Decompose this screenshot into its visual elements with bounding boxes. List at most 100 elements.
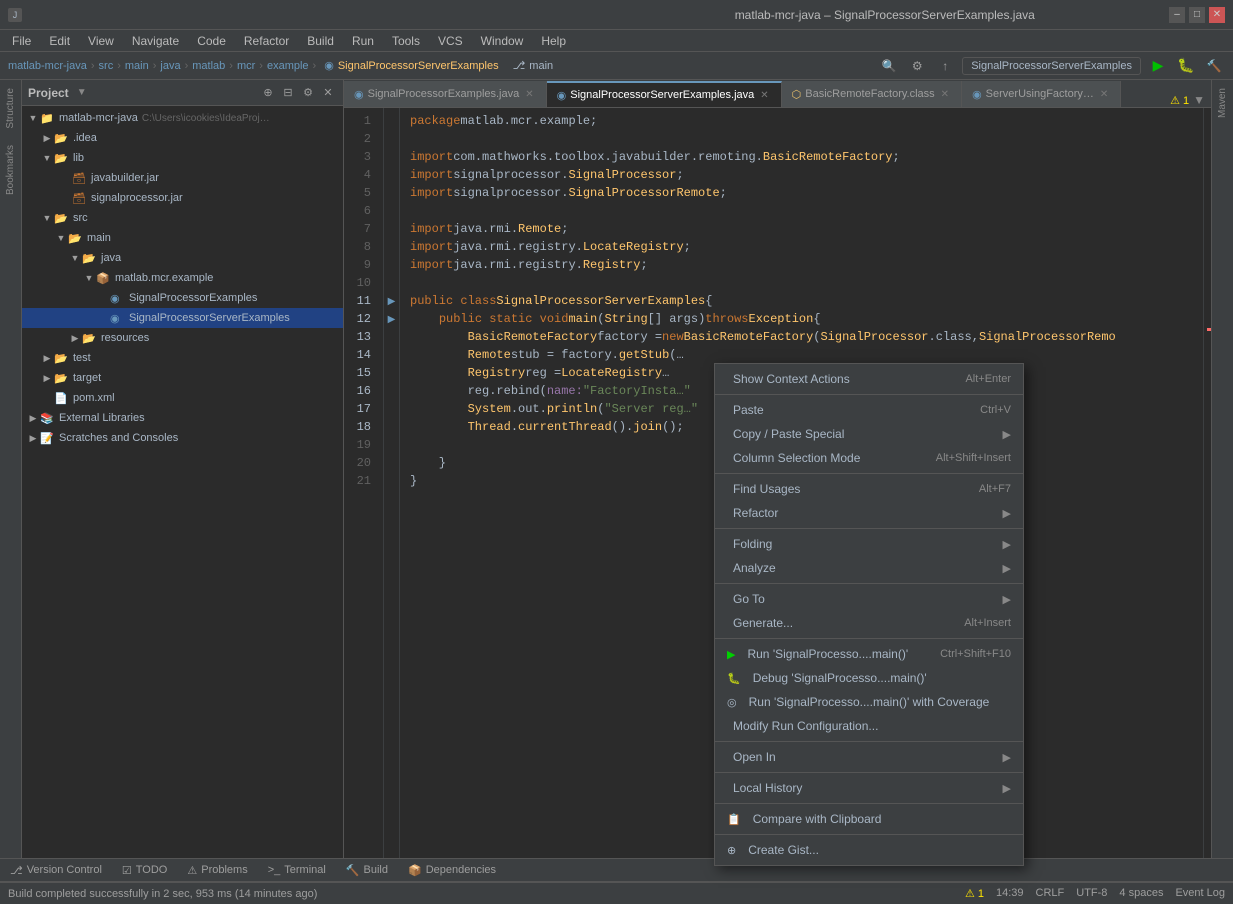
ctx-show-context-actions[interactable]: Show Context Actions Alt+Enter: [715, 367, 1023, 391]
close-button[interactable]: ✕: [1209, 7, 1225, 23]
tab-close-button[interactable]: ✕: [523, 88, 535, 101]
tab-problems[interactable]: ⚠ Problems: [177, 858, 257, 882]
menu-navigate[interactable]: Navigate: [124, 32, 187, 50]
locate-file-button[interactable]: ⊕: [259, 84, 277, 102]
ctx-copy-paste-special[interactable]: Copy / Paste Special ▶: [715, 422, 1023, 446]
status-event-log[interactable]: Event Log: [1175, 887, 1225, 900]
panel-close-button[interactable]: ✕: [319, 84, 337, 102]
tree-item-main[interactable]: ▼ 📂 main: [22, 228, 343, 248]
tree-item-pom[interactable]: ▶ 📄 pom.xml: [22, 388, 343, 408]
ctx-run[interactable]: ▶ Run 'SignalProcesso....main()' Ctrl+Sh…: [715, 642, 1023, 666]
context-menu: Show Context Actions Alt+Enter Paste Ctr…: [714, 363, 1024, 866]
ctx-find-usages[interactable]: Find Usages Alt+F7: [715, 477, 1023, 501]
ctx-refactor[interactable]: Refactor ▶: [715, 501, 1023, 525]
menu-run[interactable]: Run: [344, 32, 382, 50]
ctx-go-to[interactable]: Go To ▶: [715, 587, 1023, 611]
tab-list-button[interactable]: ▼: [1193, 93, 1205, 107]
tree-item-idea[interactable]: ▶ 📂 .idea: [22, 128, 343, 148]
window-controls[interactable]: – □ ✕: [1169, 7, 1225, 23]
structure-panel-toggle[interactable]: Structure: [1, 80, 20, 137]
ctx-create-gist[interactable]: ⊕ Create Gist...: [715, 838, 1023, 862]
tree-item-target[interactable]: ▶ 📂 target: [22, 368, 343, 388]
ctx-local-history[interactable]: Local History ▶: [715, 776, 1023, 800]
tab-version-control[interactable]: ⎇ Version Control: [0, 858, 112, 882]
nav-project[interactable]: matlab-mcr-java: [8, 60, 87, 72]
ctx-compare-clipboard[interactable]: 📋 Compare with Clipboard: [715, 807, 1023, 831]
library-icon: 📚: [40, 412, 56, 425]
run-config-selector[interactable]: SignalProcessorServerExamples: [962, 57, 1141, 75]
tab-basic-remote-factory[interactable]: ⬡ BasicRemoteFactory.class ✕: [782, 81, 962, 107]
ctx-modify-run-config[interactable]: Modify Run Configuration...: [715, 714, 1023, 738]
tree-item-package[interactable]: ▼ 📦 matlab.mcr.example: [22, 268, 343, 288]
menu-tools[interactable]: Tools: [384, 32, 428, 50]
tab-close-button[interactable]: ✕: [1098, 88, 1110, 101]
tree-item-scratches[interactable]: ▶ 📝 Scratches and Consoles: [22, 428, 343, 448]
ctx-paste[interactable]: Paste Ctrl+V: [715, 398, 1023, 422]
tree-path-label: C:\Users\icookies\IdeaProj…: [142, 113, 270, 124]
menu-code[interactable]: Code: [189, 32, 234, 50]
ctx-column-selection[interactable]: Column Selection Mode Alt+Shift+Insert: [715, 446, 1023, 470]
menu-edit[interactable]: Edit: [41, 32, 78, 50]
folder-icon: 📂: [54, 352, 70, 365]
tree-item-lib[interactable]: ▼ 📂 lib: [22, 148, 343, 168]
tree-item-javabuilder[interactable]: ▶ 🗃 javabuilder.jar: [22, 168, 343, 188]
scroll-indicator[interactable]: [1203, 108, 1211, 858]
collapse-all-button[interactable]: ⊟: [279, 84, 297, 102]
project-panel-dropdown[interactable]: ▼: [77, 87, 87, 98]
maximize-button[interactable]: □: [1189, 7, 1205, 23]
tree-item-sp-server-examples[interactable]: ▶ ◉ SignalProcessorServerExamples: [22, 308, 343, 328]
ctx-open-in[interactable]: Open In ▶: [715, 745, 1023, 769]
nav-example[interactable]: example: [267, 60, 309, 72]
ctx-generate[interactable]: Generate... Alt+Insert: [715, 611, 1023, 635]
tab-build[interactable]: 🔨 Build: [336, 858, 398, 882]
nav-mcr[interactable]: mcr: [237, 60, 255, 72]
menu-view[interactable]: View: [80, 32, 122, 50]
nav-main[interactable]: main: [125, 60, 149, 72]
tab-terminal[interactable]: >_ Terminal: [258, 858, 336, 882]
tab-close-button[interactable]: ✕: [939, 88, 951, 101]
tab-sp-examples[interactable]: ◉ SignalProcessorExamples.java ✕: [344, 81, 547, 107]
menu-help[interactable]: Help: [533, 32, 574, 50]
menu-window[interactable]: Window: [473, 32, 532, 50]
ctx-folding[interactable]: Folding ▶: [715, 532, 1023, 556]
menu-vcs[interactable]: VCS: [430, 32, 471, 50]
ctx-analyze[interactable]: Analyze ▶: [715, 556, 1023, 580]
tree-item-java[interactable]: ▼ 📂 java: [22, 248, 343, 268]
run-class-gutter-icon[interactable]: ▶: [388, 296, 396, 307]
minimize-button[interactable]: –: [1169, 7, 1185, 23]
status-line-ending[interactable]: CRLF: [1036, 887, 1065, 900]
status-encoding[interactable]: UTF-8: [1076, 887, 1107, 900]
nav-src[interactable]: src: [99, 60, 114, 72]
nav-matlab[interactable]: matlab: [192, 60, 225, 72]
tab-todo[interactable]: ☑ TODO: [112, 858, 177, 882]
tab-dependencies[interactable]: 📦 Dependencies: [398, 858, 506, 882]
run-button[interactable]: ▶: [1147, 55, 1169, 77]
tree-item-sp-examples[interactable]: ▶ ◉ SignalProcessorExamples: [22, 288, 343, 308]
debug-button[interactable]: 🐛: [1175, 55, 1197, 77]
tree-item-resources[interactable]: ▶ 📂 resources: [22, 328, 343, 348]
run-main-gutter-icon[interactable]: ▶: [388, 314, 396, 325]
status-indent[interactable]: 4 spaces: [1119, 887, 1163, 900]
status-warning[interactable]: ⚠ 1: [965, 887, 984, 900]
build-button[interactable]: 🔨: [1203, 55, 1225, 77]
tree-item-src[interactable]: ▼ 📂 src: [22, 208, 343, 228]
tree-item-ext-libs[interactable]: ▶ 📚 External Libraries: [22, 408, 343, 428]
settings-button[interactable]: ⚙: [906, 55, 928, 77]
ctx-run-coverage[interactable]: ◎ Run 'SignalProcesso....main()' with Co…: [715, 690, 1023, 714]
tab-sp-server-examples[interactable]: ◉ SignalProcessorServerExamples.java ✕: [547, 81, 782, 107]
search-button[interactable]: 🔍: [878, 55, 900, 77]
menu-build[interactable]: Build: [299, 32, 342, 50]
menu-file[interactable]: File: [4, 32, 39, 50]
ctx-debug[interactable]: 🐛 Debug 'SignalProcesso....main()': [715, 666, 1023, 690]
panel-settings-button[interactable]: ⚙: [299, 84, 317, 102]
maven-panel-toggle[interactable]: Maven: [1213, 80, 1232, 126]
tree-item-signalprocessor-jar[interactable]: ▶ 🗃 signalprocessor.jar: [22, 188, 343, 208]
nav-java[interactable]: java: [160, 60, 180, 72]
vcs-update-button[interactable]: ↑: [934, 55, 956, 77]
tree-item-test[interactable]: ▶ 📂 test: [22, 348, 343, 368]
tree-item-project-root[interactable]: ▼ 📁 matlab-mcr-java C:\Users\icookies\Id…: [22, 108, 343, 128]
bookmarks-panel-toggle[interactable]: Bookmarks: [1, 137, 20, 203]
tab-close-button[interactable]: ✕: [758, 89, 770, 102]
menu-refactor[interactable]: Refactor: [236, 32, 297, 50]
tab-server-using-factory[interactable]: ◉ ServerUsingFactory… ✕: [962, 81, 1121, 107]
